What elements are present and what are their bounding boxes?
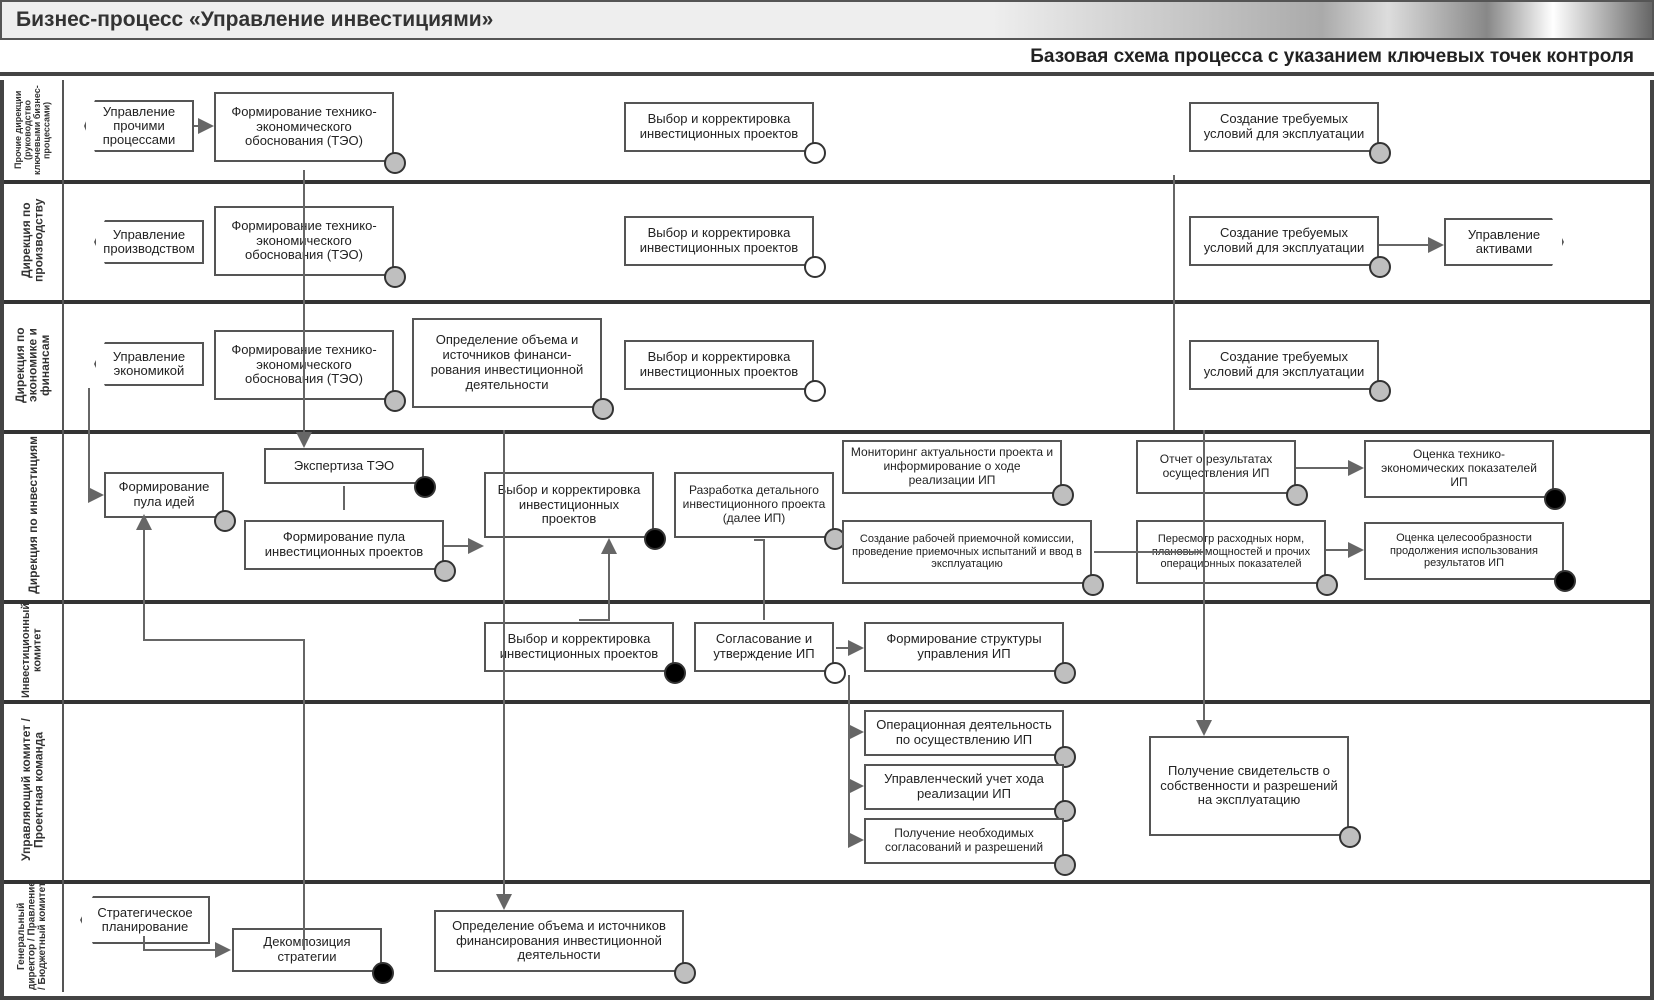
act-sel-5: Выбор и корректировка инвестиционных про… xyxy=(484,622,674,672)
event-production: Управление производством xyxy=(94,220,204,264)
act-teo-1: Формирование технико-экономического обос… xyxy=(214,92,394,162)
act-pool-proj: Формирование пула инвестиционных проекто… xyxy=(244,520,444,570)
act-acct: Управленческий учет хода реализации ИП xyxy=(864,764,1064,810)
lane-label-5: Инвестиционный комитет xyxy=(4,600,64,700)
control-gray-icon xyxy=(592,398,614,420)
control-black-icon xyxy=(664,662,686,684)
control-black-icon xyxy=(1544,488,1566,510)
act-sel-3: Выбор и корректировка инвестиционных про… xyxy=(624,340,814,390)
act-norms: Пересмотр расходных норм, плановых мощно… xyxy=(1136,520,1326,584)
lane-production: Дирекция по производству Управление прои… xyxy=(4,180,1650,300)
control-gray-icon xyxy=(384,152,406,174)
act-cond-1: Создание требуемых условий для эксплуата… xyxy=(1189,102,1379,152)
lane-label-3: Дирекция по экономике и финансам xyxy=(4,300,64,430)
act-detail-ip: Разработка детального инвестиционного пр… xyxy=(674,472,834,538)
control-black-icon xyxy=(1554,570,1576,592)
lane-steering-team: Управляющий комитет / Проектная команда … xyxy=(4,700,1650,880)
act-sel-2: Выбор и корректировка инвестиционных про… xyxy=(624,216,814,266)
title-bar: Бизнес-процесс «Управление инвестициями» xyxy=(0,0,1654,40)
lane-label-text: Дирекция по производству xyxy=(20,180,45,300)
event-assets: Управление активами xyxy=(1444,218,1564,266)
event-economy: Управление экономикой xyxy=(94,342,204,386)
control-gray-icon xyxy=(1054,662,1076,684)
act-decompose: Декомпозиция стратегии xyxy=(232,928,382,972)
act-monitoring: Мониторинг актуальности проекта и информ… xyxy=(842,440,1062,494)
act-structure-ip: Формирование структуры управления ИП xyxy=(864,622,1064,672)
lane-label-text: Прочие дирекции (руководство ключевыми б… xyxy=(14,80,52,180)
lane-label-1: Прочие дирекции (руководство ключевыми б… xyxy=(4,80,64,180)
act-eval-tech: Оценка технико-экономических показателей… xyxy=(1364,440,1554,498)
lane-label-text: Инвестиционный комитет xyxy=(21,600,44,700)
control-gray-icon xyxy=(214,510,236,532)
control-gray-icon xyxy=(1082,574,1104,596)
lane-label-6: Управляющий комитет / Проектная команда xyxy=(4,700,64,880)
control-gray-icon xyxy=(384,390,406,412)
act-oper: Операционная деятельность по осуществлен… xyxy=(864,710,1064,756)
control-white-icon xyxy=(804,142,826,164)
event-strat-plan: Стратегическое планирование xyxy=(80,896,210,944)
lane-invest-committee: Инвестиционный комитет Выбор и корректир… xyxy=(4,600,1650,700)
control-white-icon xyxy=(824,662,846,684)
lane-label-7: Генеральный директор / Правление / Бюдже… xyxy=(4,880,64,992)
lane-label-text: Управляющий комитет / Проектная команда xyxy=(20,700,45,880)
act-cond-2: Создание требуемых условий для эксплуата… xyxy=(1189,216,1379,266)
event-other-proc: Управление прочими процессами xyxy=(84,100,194,152)
lane-label-text: Генеральный директор / Правление / Бюдже… xyxy=(17,880,49,992)
lane-econ-fin: Дирекция по экономике и финансам Управле… xyxy=(4,300,1650,430)
act-report: Отчет о результатах осуществления ИП xyxy=(1136,440,1296,494)
act-teo-3: Формирование технико-экономического обос… xyxy=(214,330,394,400)
page-title: Бизнес-процесс «Управление инвестициями» xyxy=(16,8,493,32)
swimlane-grid: Прочие дирекции (руководство ключевыми б… xyxy=(0,80,1654,1000)
act-pool-ideas: Формирование пула идей xyxy=(104,472,224,518)
control-black-icon xyxy=(372,962,394,984)
act-perm: Получение необходимых согласований и раз… xyxy=(864,818,1064,864)
control-gray-icon xyxy=(434,560,456,582)
lane-gm-board: Генеральный директор / Правление / Бюдже… xyxy=(4,880,1650,992)
act-cert: Получение свидетельств о собственности и… xyxy=(1149,736,1349,836)
act-cond-3: Создание требуемых условий для эксплуата… xyxy=(1189,340,1379,390)
control-gray-icon xyxy=(1369,380,1391,402)
control-gray-icon xyxy=(1339,826,1361,848)
lane-investment-dir: Дирекция по инвестициям Формирование пул… xyxy=(4,430,1650,600)
control-gray-icon xyxy=(1052,484,1074,506)
control-gray-icon xyxy=(674,962,696,984)
lane-label-text: Дирекция по экономике и финансам xyxy=(14,300,52,430)
act-sel-1: Выбор и корректировка инвестиционных про… xyxy=(624,102,814,152)
control-gray-icon xyxy=(384,266,406,288)
subtitle: Базовая схема процесса с указанием ключе… xyxy=(0,46,1654,76)
act-eval-feas: Оценка целесообразности продолжения испо… xyxy=(1364,522,1564,580)
act-exp-teo: Экспертиза ТЭО xyxy=(264,448,424,484)
lane-label-2: Дирекция по производству xyxy=(4,180,64,300)
control-gray-icon xyxy=(1054,854,1076,876)
control-white-icon xyxy=(804,256,826,278)
control-gray-icon xyxy=(1369,256,1391,278)
act-commission: Создание рабочей приемочной комиссии, пр… xyxy=(842,520,1092,584)
control-gray-icon xyxy=(1369,142,1391,164)
control-gray-icon xyxy=(1316,574,1338,596)
act-teo-2: Формирование технико-экономического обос… xyxy=(214,206,394,276)
act-fin-2: Определение объема и источников финансир… xyxy=(434,910,684,972)
control-gray-icon xyxy=(1286,484,1308,506)
control-white-icon xyxy=(804,380,826,402)
control-black-icon xyxy=(414,476,436,498)
act-approve-ip: Согласование и утверждение ИП xyxy=(694,622,834,672)
lane-other-dirs: Прочие дирекции (руководство ключевыми б… xyxy=(4,80,1650,180)
control-black-icon xyxy=(644,528,666,550)
act-sel-4: Выбор и корректировка инвестиционных про… xyxy=(484,472,654,538)
subtitle-text: Базовая схема процесса с указанием ключе… xyxy=(1030,46,1634,67)
lane-label-4: Дирекция по инвестициям xyxy=(4,430,64,600)
lane-label-text: Дирекция по инвестициям xyxy=(27,436,40,594)
act-fin-1: Определение объема и источников финанси-… xyxy=(412,318,602,408)
